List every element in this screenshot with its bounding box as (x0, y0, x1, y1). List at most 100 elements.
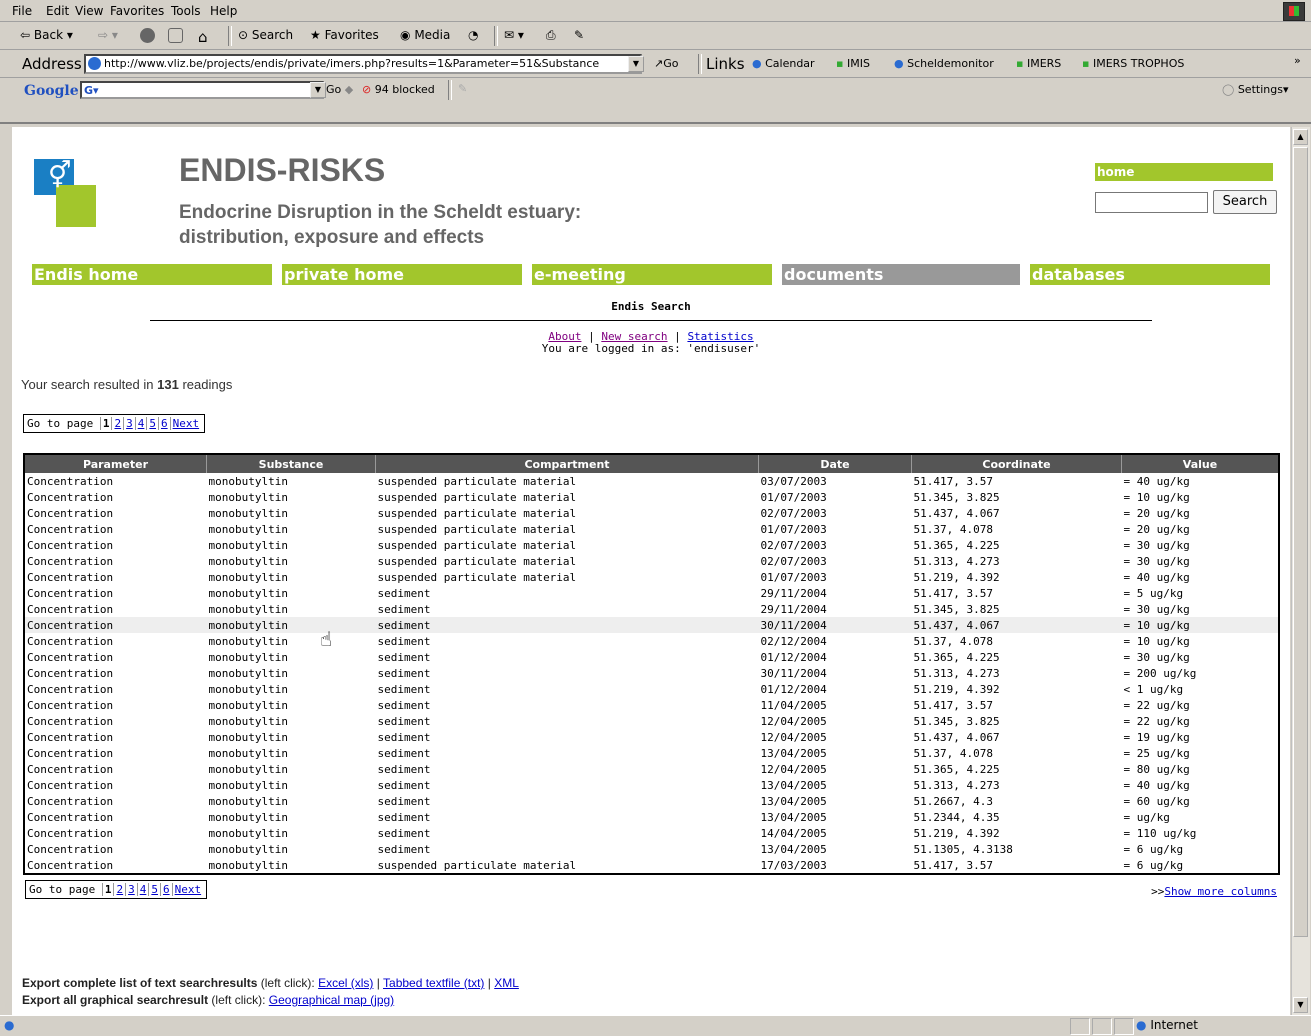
table-row[interactable]: Concentration monobutyltin sediment 30/11/2… (24, 665, 1279, 681)
col-date[interactable]: Date (758, 454, 912, 473)
menu-favorites[interactable]: Favorites (110, 4, 164, 18)
google-dropdown-button[interactable]: ▼ (310, 82, 326, 98)
search-button[interactable]: ⊙ Search (238, 28, 293, 42)
table-row[interactable]: Concentration monobutyltin sediment 11/04/2… (24, 697, 1279, 713)
table-row[interactable]: Concentration monobutyltin sediment 30/11/2… (24, 617, 1279, 633)
table-row[interactable]: Concentration monobutyltin suspended parti… (24, 505, 1279, 521)
address-dropdown-button[interactable]: ▼ (628, 56, 644, 72)
table-row[interactable]: Concentration monobutyltin suspended parti… (24, 569, 1279, 585)
google-go-button[interactable]: Go ◆ (326, 83, 353, 96)
table-row[interactable]: Concentration monobutyltin sediment 13/04/2… (24, 777, 1279, 793)
nav-endis-home[interactable]: Endis home (32, 264, 272, 285)
table-row[interactable]: Concentration monobutyltin sediment 13/04/2… (24, 809, 1279, 825)
scroll-down-arrow-icon[interactable]: ▼ (1293, 997, 1308, 1013)
table-row[interactable]: Concentration monobutyltin sediment 02/12/2… (24, 633, 1279, 649)
table-row[interactable]: Concentration monobutyltin sediment 01/12/2… (24, 649, 1279, 665)
table-row[interactable]: Concentration monobutyltin sediment 13/04/2… (24, 793, 1279, 809)
media-button[interactable]: ◉ Media (400, 28, 450, 42)
link-imers[interactable]: ▪ IMERS (1016, 57, 1061, 70)
table-cell: Concentration (27, 586, 114, 600)
scroll-up-arrow-icon[interactable]: ▲ (1293, 129, 1308, 145)
history-button[interactable]: ◔ (468, 28, 478, 42)
back-button[interactable]: ⇦ Back ▾ (20, 28, 73, 42)
col-value[interactable]: Value (1121, 454, 1280, 473)
table-row[interactable]: Concentration monobutyltin suspended parti… (24, 521, 1279, 537)
forward-button[interactable]: ⇨ ▾ (98, 28, 118, 42)
vertical-scrollbar[interactable]: ▲ ▼ (1291, 127, 1310, 1015)
menu-view[interactable]: View (75, 4, 103, 18)
table-row[interactable]: Concentration monobutyltin sediment 01/12/2… (24, 681, 1279, 697)
export-excel-link[interactable]: Excel (xls) (318, 976, 373, 990)
next-page-link[interactable]: Next (169, 417, 202, 430)
stop-button[interactable] (140, 28, 158, 43)
table-row[interactable]: Concentration monobutyltin sediment 13/04/2… (24, 745, 1279, 761)
page-link-2[interactable]: 2 (113, 883, 126, 896)
links-chevron-icon[interactable]: » (1294, 54, 1301, 67)
page-link-6[interactable]: 6 (159, 883, 172, 896)
address-input[interactable]: http://www.vliz.be/projects/endis/privat… (84, 54, 642, 74)
show-more-columns-link[interactable]: Show more columns (1164, 885, 1277, 898)
table-row[interactable]: Concentration monobutyltin sediment 12/04/2… (24, 761, 1279, 777)
page-link-2[interactable]: 2 (111, 417, 124, 430)
page-link-4[interactable]: 4 (136, 883, 149, 896)
mail-button[interactable]: ✉ ▾ (504, 28, 524, 42)
table-cell: sediment (377, 586, 431, 600)
col-parameter[interactable]: Parameter (24, 454, 207, 473)
export-map-link[interactable]: Geographical map (jpg) (269, 993, 394, 1007)
google-search-input[interactable]: G▾ (80, 81, 324, 99)
site-search-button[interactable]: Search (1213, 190, 1277, 214)
edit-button[interactable]: ✎ (574, 28, 584, 42)
table-row[interactable]: Concentration monobutyltin sediment 12/04/2… (24, 729, 1279, 745)
table-row[interactable]: Concentration monobutyltin suspended parti… (24, 857, 1279, 874)
page-link-4[interactable]: 4 (134, 417, 147, 430)
favorites-button[interactable]: ★ Favorites (310, 28, 379, 42)
table-row[interactable]: Concentration monobutyltin suspended parti… (24, 537, 1279, 553)
go-button[interactable]: ↗Go (654, 57, 678, 70)
nav-e-meeting[interactable]: e-meeting (532, 264, 772, 285)
table-cell: = 19 ug/kg (1123, 730, 1190, 744)
highlight-icon[interactable]: ✎ (458, 82, 467, 95)
menu-file[interactable]: File (12, 4, 32, 18)
menu-tools[interactable]: Tools (171, 4, 201, 18)
next-page-link[interactable]: Next (171, 883, 204, 896)
scroll-thumb[interactable] (1293, 147, 1308, 937)
link-calendar[interactable]: ● Calendar (752, 57, 815, 70)
table-row[interactable]: Concentration monobutyltin suspended parti… (24, 553, 1279, 569)
menu-edit[interactable]: Edit (46, 4, 69, 18)
nav-private-home[interactable]: private home (282, 264, 522, 285)
nav-documents[interactable]: documents (782, 264, 1020, 285)
popup-blocker-button[interactable]: ⊘ 94 blocked (362, 83, 435, 96)
link-imis[interactable]: ▪ IMIS (836, 57, 870, 70)
table-cell: sediment (377, 778, 431, 792)
table-row[interactable]: Concentration monobutyltin sediment 29/11/2… (24, 601, 1279, 617)
nav-databases[interactable]: databases (1030, 264, 1270, 285)
page-link-3[interactable]: 3 (123, 417, 135, 430)
page-link-3[interactable]: 3 (125, 883, 137, 896)
export-xml-link[interactable]: XML (494, 976, 519, 990)
table-row[interactable]: Concentration monobutyltin suspended parti… (24, 489, 1279, 505)
link-scheldemonitor[interactable]: ● Scheldemonitor (894, 57, 994, 70)
page-link-6[interactable]: 6 (157, 417, 170, 430)
table-cell: 01/12/2004 (760, 682, 827, 696)
export-tabbed-link[interactable]: Tabbed textfile (txt) (383, 976, 484, 990)
home-link[interactable]: home (1095, 163, 1273, 181)
col-substance[interactable]: Substance (206, 454, 376, 473)
col-coordinate[interactable]: Coordinate (911, 454, 1122, 473)
table-row[interactable]: Concentration monobutyltin sediment 13/04/2… (24, 841, 1279, 857)
link-imers-trophos[interactable]: ▪ IMERS TROPHOS (1082, 57, 1184, 70)
page-link-5[interactable]: 5 (146, 417, 158, 430)
table-cell: monobutyltin (208, 682, 288, 696)
table-row[interactable]: Concentration monobutyltin sediment 14/04/2… (24, 825, 1279, 841)
print-button[interactable]: ⎙ (546, 28, 556, 43)
home-button[interactable]: ⌂ (198, 28, 208, 46)
settings-button[interactable]: ◯ Settings▾ (1222, 83, 1288, 96)
col-compartment[interactable]: Compartment (375, 454, 759, 473)
page-link-5[interactable]: 5 (148, 883, 160, 896)
table-cell: 51.37, 4.078 (913, 746, 993, 760)
table-row[interactable]: Concentration monobutyltin sediment 12/04/2… (24, 713, 1279, 729)
site-search-input[interactable] (1095, 192, 1208, 213)
refresh-button[interactable] (168, 28, 186, 43)
table-row[interactable]: Concentration monobutyltin suspended parti… (24, 473, 1279, 489)
menu-help[interactable]: Help (210, 4, 237, 18)
table-row[interactable]: Concentration monobutyltin sediment 29/11/2… (24, 585, 1279, 601)
